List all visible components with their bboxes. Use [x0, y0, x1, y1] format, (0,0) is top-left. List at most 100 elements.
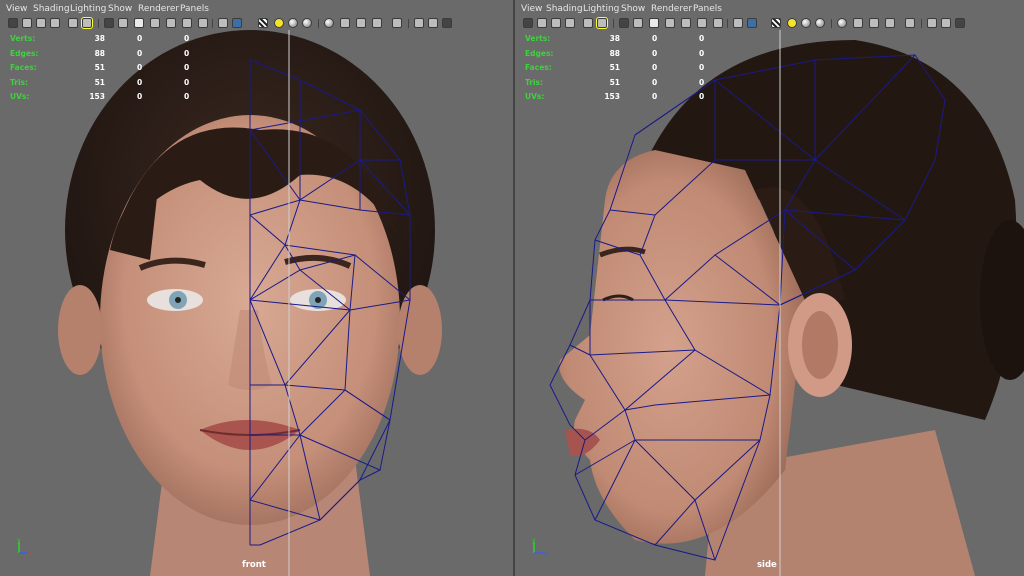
- isolate-select-icon[interactable]: [713, 18, 723, 28]
- menu-show[interactable]: Show: [621, 4, 645, 14]
- axis-y-label: y: [532, 537, 536, 544]
- hardware-texturing-icon[interactable]: [869, 18, 879, 28]
- camera-attributes-icon[interactable]: [537, 18, 547, 28]
- resolution-gate-icon[interactable]: [596, 17, 608, 29]
- hud-faces-selected: 0: [137, 63, 143, 72]
- all-lights-icon[interactable]: [232, 18, 242, 28]
- menu-lighting[interactable]: Lighting: [70, 4, 106, 14]
- camera-select-icon[interactable]: [523, 18, 533, 28]
- resolution-gate-icon[interactable]: [81, 17, 93, 29]
- depth-of-field-icon[interactable]: [815, 18, 825, 28]
- hud-uvs-value: 153: [89, 92, 105, 101]
- hardware-fog-icon[interactable]: [372, 18, 382, 28]
- viewport-front[interactable]: View Shading Lighting Show Renderer Pane…: [0, 0, 513, 576]
- hud-edges-label: Edges:: [10, 48, 39, 58]
- hud-faces-extra: 0: [184, 63, 190, 72]
- render-icon[interactable]: [428, 18, 438, 28]
- bookmark-icon[interactable]: [551, 18, 561, 28]
- lights-icon[interactable]: [150, 18, 160, 28]
- image-plane-icon[interactable]: [50, 18, 60, 28]
- hud-tris-selected: 0: [652, 77, 658, 87]
- motion-blur-icon[interactable]: [274, 18, 284, 28]
- xray-icon[interactable]: [182, 18, 192, 28]
- shadows-icon[interactable]: [166, 18, 176, 28]
- panel-menu-bar: View Shading Lighting Show Renderer Pane…: [515, 4, 1024, 18]
- shaded-sphere-icon[interactable]: [853, 18, 863, 28]
- frame-selected-icon[interactable]: [927, 18, 937, 28]
- camera-select-icon[interactable]: [8, 18, 18, 28]
- wireframe-icon[interactable]: [619, 18, 629, 28]
- hud-uvs-extra: 0: [184, 92, 190, 101]
- smooth-shade-icon[interactable]: [633, 18, 643, 28]
- hud-edges-label: Edges:: [525, 48, 554, 58]
- bookmark-icon[interactable]: [36, 18, 46, 28]
- menu-show[interactable]: Show: [108, 4, 132, 14]
- antialias-icon[interactable]: [288, 18, 298, 28]
- all-lights-icon[interactable]: [747, 18, 757, 28]
- hud-uvs-label: UVs:: [525, 92, 545, 101]
- xray-icon[interactable]: [697, 18, 707, 28]
- hud-uvs-selected: 0: [652, 92, 658, 101]
- hardware-fog-icon[interactable]: [885, 18, 895, 28]
- isolate-icon[interactable]: [324, 18, 334, 28]
- menu-renderer[interactable]: Renderer: [651, 4, 692, 14]
- grease-pencil-icon[interactable]: [583, 18, 593, 28]
- hud-uvs-extra: 0: [699, 92, 705, 101]
- hud-faces-label: Faces:: [525, 63, 552, 72]
- snapshot-icon[interactable]: [955, 18, 965, 28]
- menu-shading[interactable]: Shading: [546, 4, 583, 14]
- grease-pencil-icon[interactable]: [68, 18, 78, 28]
- hud-verts-value: 38: [609, 34, 620, 43]
- default-light-icon[interactable]: [218, 18, 228, 28]
- render-icon[interactable]: [941, 18, 951, 28]
- textured-icon[interactable]: [649, 18, 659, 28]
- camera-attributes-icon[interactable]: [22, 18, 32, 28]
- panel-menu-bar: View Shading Lighting Show Renderer Pane…: [0, 4, 513, 18]
- menu-shading[interactable]: Shading: [33, 4, 70, 14]
- default-light-icon[interactable]: [733, 18, 743, 28]
- hud-tris-selected: 0: [137, 77, 143, 87]
- menu-renderer[interactable]: Renderer: [138, 4, 179, 14]
- menu-view[interactable]: View: [6, 4, 27, 14]
- camera-label-side: side: [757, 560, 777, 570]
- image-plane-icon[interactable]: [565, 18, 575, 28]
- antialias-icon[interactable]: [801, 18, 811, 28]
- depth-of-field-icon[interactable]: [302, 18, 312, 28]
- hud-faces-selected: 0: [652, 63, 658, 72]
- frame-selected-icon[interactable]: [414, 18, 424, 28]
- ambient-occlusion-icon[interactable]: [771, 18, 781, 28]
- hud-tris-label: Tris:: [10, 77, 29, 87]
- hud-verts-label: Verts:: [525, 34, 551, 43]
- viewport-side[interactable]: View Shading Lighting Show Renderer Pane…: [515, 0, 1024, 576]
- panel-toolbar: [519, 17, 1024, 32]
- motion-blur-icon[interactable]: [787, 18, 797, 28]
- shaded-sphere-icon[interactable]: [340, 18, 350, 28]
- hud-verts-selected: 0: [137, 34, 143, 43]
- shadows-icon[interactable]: [681, 18, 691, 28]
- menu-view[interactable]: View: [521, 4, 542, 14]
- frame-all-icon[interactable]: [392, 18, 402, 28]
- hud-tris-extra: 0: [184, 77, 190, 87]
- smooth-shade-icon[interactable]: [118, 18, 128, 28]
- menu-panels[interactable]: Panels: [180, 4, 209, 14]
- frame-all-icon[interactable]: [905, 18, 915, 28]
- hud-edges-extra: 0: [699, 48, 705, 58]
- axis-z-label: z: [544, 550, 547, 557]
- isolate-icon[interactable]: [837, 18, 847, 28]
- poly-count-hud: Verts: 38 0 0 Edges: 88 0 0 Faces: 51 0 0 Tris: 51…: [10, 32, 200, 105]
- hud-uvs-selected: 0: [137, 92, 143, 101]
- axis-x-label: x: [29, 550, 33, 557]
- hardware-texturing-icon[interactable]: [356, 18, 366, 28]
- hud-edges-value: 88: [94, 48, 105, 58]
- textured-icon[interactable]: [134, 18, 144, 28]
- lights-icon[interactable]: [665, 18, 675, 28]
- panel-toolbar: [4, 17, 513, 32]
- isolate-select-icon[interactable]: [198, 18, 208, 28]
- hud-verts-selected: 0: [652, 34, 658, 43]
- ambient-occlusion-icon[interactable]: [258, 18, 268, 28]
- menu-panels[interactable]: Panels: [693, 4, 722, 14]
- hud-verts-extra: 0: [184, 34, 190, 43]
- wireframe-icon[interactable]: [104, 18, 114, 28]
- snapshot-icon[interactable]: [442, 18, 452, 28]
- menu-lighting[interactable]: Lighting: [583, 4, 619, 14]
